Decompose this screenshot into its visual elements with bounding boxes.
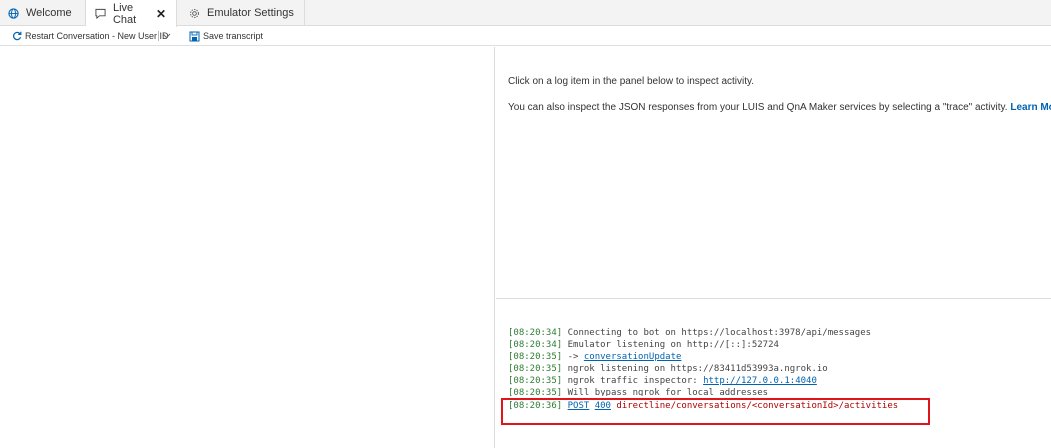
tab-bar: Welcome Live Chat ✕ Emulator Settings xyxy=(0,0,1051,27)
log-panel: [08:20:34] Connecting to bot on https://… xyxy=(496,300,1051,448)
log-timestamp: [08:20:35] xyxy=(508,364,563,374)
learn-more-link[interactable]: Learn More. xyxy=(1010,102,1051,113)
tab-welcome-label: Welcome xyxy=(26,7,72,19)
inspector-info-text: You can also inspect the JSON responses … xyxy=(508,102,1008,113)
conversation-update-link[interactable]: conversationUpdate xyxy=(584,352,682,362)
chat-icon xyxy=(94,7,107,21)
log-entry[interactable]: [08:20:35] ngrok traffic inspector: http… xyxy=(508,375,817,387)
inspector-panel: Click on a log item in the panel below t… xyxy=(496,47,1051,299)
gear-icon xyxy=(187,6,201,20)
log-entry[interactable]: [08:20:34] Connecting to bot on https://… xyxy=(508,327,871,339)
tab-emulator-settings[interactable]: Emulator Settings xyxy=(177,0,305,26)
log-timestamp: [08:20:35] xyxy=(508,388,563,396)
toolbar-divider xyxy=(158,31,159,41)
log-entry[interactable]: [08:20:34] Emulator listening on http://… xyxy=(508,339,779,351)
log-text: Will bypass ngrok for local addresses xyxy=(567,388,769,396)
chat-pane[interactable] xyxy=(0,47,495,448)
log-timestamp: [08:20:34] xyxy=(508,328,563,338)
globe-icon xyxy=(6,6,20,20)
inspector-hint: Click on a log item in the panel below t… xyxy=(508,76,755,87)
log-timestamp: [08:20:35] xyxy=(508,352,563,362)
log-entry[interactable]: [08:20:35] Will bypass ngrok for local a… xyxy=(508,387,768,396)
save-transcript-button[interactable]: Save transcript xyxy=(189,27,263,45)
ngrok-inspector-link[interactable]: http://127.0.0.1:4040 xyxy=(703,376,817,386)
log-timestamp: [08:20:34] xyxy=(508,340,563,350)
highlight-box xyxy=(501,398,930,425)
log-arrow: -> xyxy=(567,352,579,362)
inspector-info: You can also inspect the JSON responses … xyxy=(508,102,1051,113)
log-timestamp: [08:20:35] xyxy=(508,376,563,386)
restart-conversation-label: Restart Conversation - New User ID xyxy=(25,31,169,41)
tab-welcome[interactable]: Welcome xyxy=(0,0,86,26)
log-text: ngrok traffic inspector: xyxy=(567,376,698,386)
log-entry[interactable]: [08:20:35] -> conversationUpdate xyxy=(508,351,681,363)
log-text: Connecting to bot on https://localhost:3… xyxy=(567,328,872,338)
toolbar: Restart Conversation - New User ID Save … xyxy=(0,27,1051,46)
tab-live-chat-label: Live Chat xyxy=(112,1,137,26)
restart-options-dropdown[interactable] xyxy=(162,27,171,45)
save-icon xyxy=(189,31,200,42)
save-transcript-label: Save transcript xyxy=(203,31,264,41)
chevron-down-icon xyxy=(162,33,171,39)
tab-live-chat[interactable]: Live Chat ✕ xyxy=(86,0,177,27)
close-icon[interactable]: ✕ xyxy=(156,7,166,21)
log-entry[interactable]: [08:20:35] ngrok listening on https://83… xyxy=(508,363,828,375)
refresh-icon xyxy=(12,31,22,41)
log-text: Emulator listening on http://[::]:52724 xyxy=(567,340,779,350)
log-text: ngrok listening on https://83411d53993a.… xyxy=(567,364,828,374)
tab-emulator-settings-label: Emulator Settings xyxy=(207,7,294,19)
restart-conversation-button[interactable]: Restart Conversation - New User ID xyxy=(12,27,169,45)
